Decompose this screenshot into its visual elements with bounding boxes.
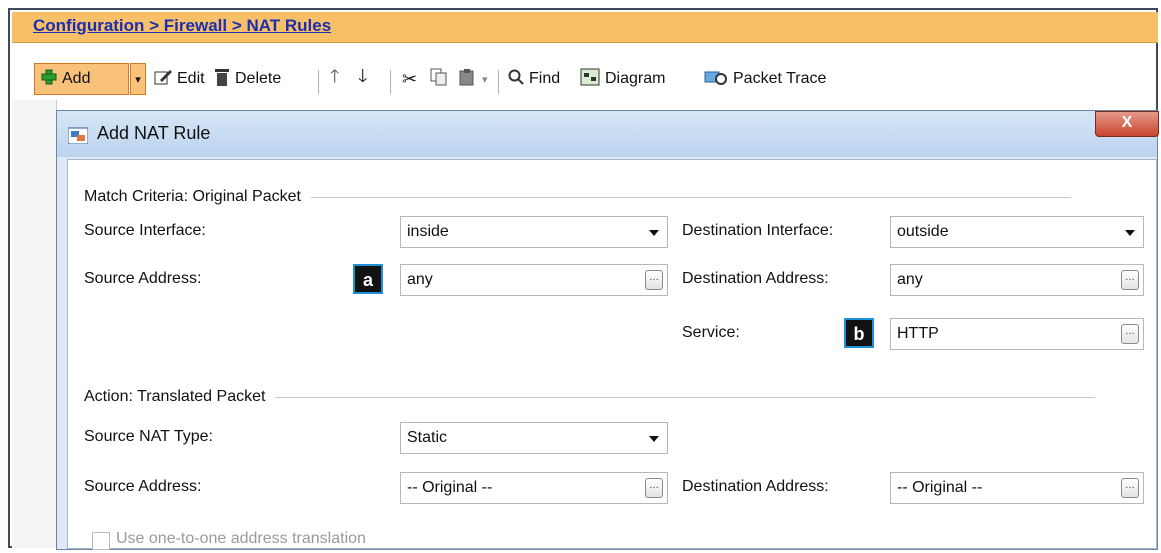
diagram-label: Diagram	[605, 70, 666, 87]
chevron-down-icon	[649, 230, 659, 236]
service-field[interactable]: HTTP …	[890, 318, 1144, 350]
delete-label: Delete	[235, 70, 282, 87]
edit-label: Edit	[177, 70, 205, 87]
find-label: Find	[529, 70, 561, 87]
rules-table-edge	[12, 100, 57, 548]
move-up-button[interactable]: 🡑	[330, 64, 339, 94]
arrow-up-icon: 🡑	[330, 66, 340, 86]
browse-button[interactable]: …	[645, 270, 663, 290]
source-address-label: Source Address:	[84, 270, 202, 287]
search-icon	[508, 69, 524, 90]
dialog-body: Match Criteria: Original Packet Source I…	[67, 159, 1157, 550]
source-nat-type-select[interactable]: Static	[400, 422, 668, 454]
service-value: HTTP	[897, 325, 939, 342]
paste-button[interactable]	[458, 64, 476, 94]
action-heading: Action: Translated Packet	[84, 388, 1096, 406]
source-address-field[interactable]: any …	[400, 264, 668, 296]
source-nat-type-label: Source NAT Type:	[84, 428, 213, 445]
source-interface-value: inside	[407, 223, 449, 240]
packet-trace-button[interactable]: Packet Trace	[704, 64, 826, 94]
diagram-button[interactable]: Diagram	[580, 64, 665, 94]
translated-source-address-label: Source Address:	[84, 478, 202, 495]
toolbar-separator	[390, 70, 391, 94]
close-button[interactable]: X	[1095, 111, 1159, 137]
match-criteria-label: Match Criteria: Original Packet	[84, 188, 301, 205]
destination-address-value: any	[897, 271, 923, 288]
packet-trace-label: Packet Trace	[733, 70, 827, 87]
breadcrumb-bar: Configuration > Firewall > NAT Rules	[12, 12, 1158, 43]
destination-address-label: Destination Address:	[682, 270, 829, 287]
chevron-down-icon	[649, 436, 659, 442]
destination-interface-select[interactable]: outside	[890, 216, 1144, 248]
edit-button[interactable]: Edit	[154, 64, 205, 94]
paste-dropdown[interactable]: ▾	[482, 64, 488, 94]
breadcrumb[interactable]: Configuration > Firewall > NAT Rules	[33, 16, 331, 36]
arrow-down-icon: 🡓	[358, 66, 368, 86]
trash-icon	[214, 67, 230, 92]
scissors-icon: ✂	[402, 68, 418, 89]
match-criteria-heading: Match Criteria: Original Packet	[84, 188, 1071, 206]
translated-destination-address-value: -- Original --	[897, 479, 983, 496]
translated-destination-address-label: Destination Address:	[682, 478, 829, 495]
dialog-titlebar[interactable]: Add NAT Rule X	[57, 111, 1159, 157]
one-to-one-label: Use one-to-one address translation	[116, 530, 366, 547]
add-button[interactable]: Add	[34, 63, 129, 95]
delete-button[interactable]: Delete	[214, 64, 281, 94]
diagram-icon	[580, 68, 600, 91]
callout-b: b	[844, 318, 874, 348]
callout-a: a	[353, 264, 383, 294]
translated-destination-address-field[interactable]: -- Original -- …	[890, 472, 1144, 504]
copy-button[interactable]	[430, 64, 448, 94]
browse-button[interactable]: …	[1121, 478, 1139, 498]
add-dropdown-button[interactable]: ▾	[130, 63, 146, 95]
chevron-down-icon: ▾	[135, 73, 141, 86]
service-label: Service:	[682, 324, 740, 341]
action-label: Action: Translated Packet	[84, 388, 266, 405]
source-address-value: any	[407, 271, 433, 288]
dialog-title: Add NAT Rule	[97, 123, 211, 143]
move-down-button[interactable]: 🡓	[358, 64, 367, 94]
chevron-down-icon	[1125, 230, 1135, 236]
section-divider	[275, 396, 1096, 398]
source-interface-select[interactable]: inside	[400, 216, 668, 248]
plus-icon	[41, 69, 57, 90]
toolbar-separator	[318, 70, 319, 94]
chevron-down-icon: ▾	[482, 73, 488, 86]
edit-icon	[154, 68, 172, 91]
section-divider	[310, 196, 1071, 198]
source-nat-type-value: Static	[407, 429, 448, 446]
add-nat-rule-dialog: Add NAT Rule X Match Criteria: Original …	[56, 110, 1159, 550]
source-interface-label: Source Interface:	[84, 222, 206, 239]
translated-source-address-value: -- Original --	[407, 479, 493, 496]
toolbar: Add ▾ Edit Delete 🡑 🡓 ✂ ▾ Find Diagram P…	[12, 60, 1158, 100]
paste-icon	[458, 68, 476, 91]
find-button[interactable]: Find	[508, 64, 560, 94]
cut-button[interactable]: ✂	[402, 64, 417, 94]
destination-interface-label: Destination Interface:	[682, 222, 834, 239]
add-label: Add	[62, 70, 91, 87]
dialog-app-icon	[67, 126, 89, 145]
translated-source-address-field[interactable]: -- Original -- …	[400, 472, 668, 504]
browse-button[interactable]: …	[645, 478, 663, 498]
copy-icon	[430, 68, 448, 91]
browse-button[interactable]: …	[1121, 270, 1139, 290]
destination-interface-value: outside	[897, 223, 949, 240]
packet-trace-icon	[704, 68, 728, 91]
one-to-one-checkbox[interactable]	[92, 532, 110, 550]
browse-button[interactable]: …	[1121, 324, 1139, 344]
destination-address-field[interactable]: any …	[890, 264, 1144, 296]
toolbar-separator	[498, 70, 499, 94]
